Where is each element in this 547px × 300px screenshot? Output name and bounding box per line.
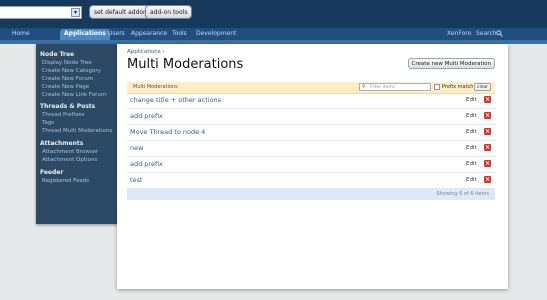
sidebar-heading-feeder[interactable]: Feeder <box>40 169 63 176</box>
list-header-label: Multi Moderations <box>133 84 178 90</box>
sidebar-heading-node-tree[interactable]: Node Tree <box>40 51 74 58</box>
list-item[interactable]: change title + other actions Edit × <box>127 93 495 109</box>
list-item-name[interactable]: test <box>130 176 142 184</box>
list-item[interactable]: new Edit × <box>127 141 495 157</box>
addon-select[interactable]: ▾ <box>0 6 82 19</box>
list-item[interactable]: test Edit × <box>127 173 495 189</box>
delete-icon[interactable]: × <box>484 160 491 167</box>
delete-icon[interactable]: × <box>484 96 491 103</box>
list-item-name[interactable]: new <box>130 144 143 152</box>
addon-tools-button[interactable]: add-on tools <box>145 5 193 19</box>
list-footer: Showing 6 of 6 items <box>127 188 495 200</box>
content-panel: Applications › Multi Moderations Create … <box>117 44 508 289</box>
sidebar-item-attachment-options[interactable]: Attachment Options <box>42 157 97 163</box>
edit-link[interactable]: Edit <box>466 161 477 167</box>
sidebar: Node Tree Display Node Tree Create New C… <box>36 44 119 224</box>
delete-icon[interactable]: × <box>484 128 491 135</box>
tab-development[interactable]: Development <box>196 30 236 37</box>
list-item-name[interactable]: add prefix <box>130 160 163 168</box>
search-icon[interactable] <box>496 30 503 37</box>
chevron-down-icon[interactable]: ▾ <box>71 8 80 17</box>
sidebar-heading-threads-posts[interactable]: Threads & Posts <box>40 103 95 110</box>
search-link[interactable]: Search <box>476 30 497 37</box>
item-count: Showing 6 of 6 items <box>436 191 489 197</box>
list-item[interactable]: Move Thread to node 4 Edit × <box>127 125 495 141</box>
admin-top-bar: ▾ set default addon add-on tools <box>0 0 547 28</box>
create-multi-moderation-button[interactable]: Create new Multi Moderation <box>407 58 495 69</box>
list-item[interactable]: add prefix Edit × <box>127 109 495 125</box>
edit-link[interactable]: Edit <box>466 145 477 151</box>
set-default-addon-button[interactable]: set default addon <box>89 5 152 19</box>
sidebar-item-thread-prefixes[interactable]: Thread Prefixes <box>42 112 85 118</box>
clear-filter-button[interactable]: clear <box>474 83 492 91</box>
edit-link[interactable]: Edit <box>466 129 477 135</box>
sidebar-item-create-category[interactable]: Create New Category <box>42 68 101 74</box>
sidebar-item-display-node-tree[interactable]: Display Node Tree <box>42 60 92 66</box>
sidebar-item-create-page[interactable]: Create New Page <box>42 84 89 90</box>
list-item-name[interactable]: change title + other actions <box>130 96 221 104</box>
filter-input[interactable]: ⚲ Filter items <box>359 83 431 91</box>
sidebar-item-create-forum[interactable]: Create New Forum <box>42 76 93 82</box>
xenforo-link[interactable]: XenForo <box>447 30 471 37</box>
tab-applications[interactable]: Applications <box>60 29 110 40</box>
edit-link[interactable]: Edit <box>466 113 477 119</box>
tab-home[interactable]: Home <box>12 30 30 37</box>
sidebar-item-registered-feeds[interactable]: Registered Feeds <box>42 178 89 184</box>
sidebar-item-create-link-forum[interactable]: Create New Link Forum <box>42 92 106 98</box>
sidebar-item-thread-multi-moderations[interactable]: Thread Multi Moderations <box>42 128 112 134</box>
list-item-name[interactable]: Move Thread to node 4 <box>130 128 205 136</box>
list-item[interactable]: add prefix Edit × <box>127 157 495 173</box>
delete-icon[interactable]: × <box>484 144 491 151</box>
edit-link[interactable]: Edit <box>466 97 477 103</box>
filter-search-icon: ⚲ <box>362 84 366 90</box>
sidebar-heading-attachments[interactable]: Attachments <box>40 140 83 147</box>
prefix-match-checkbox[interactable] <box>434 84 440 90</box>
sidebar-item-tags[interactable]: Tags <box>42 120 54 126</box>
tab-tools[interactable]: Tools <box>172 30 187 37</box>
breadcrumb[interactable]: Applications › <box>127 49 165 55</box>
delete-icon[interactable]: × <box>484 112 491 119</box>
filter-placeholder: Filter items <box>370 85 396 90</box>
tab-appearance[interactable]: Appearance <box>131 30 167 37</box>
edit-link[interactable]: Edit <box>466 177 477 183</box>
delete-icon[interactable]: × <box>484 176 491 183</box>
page-title: Multi Moderations <box>127 57 244 72</box>
list-item-name[interactable]: add prefix <box>130 112 163 120</box>
prefix-match-label: Prefix match <box>442 84 474 90</box>
main-nav: Home Applications Users Appearance Tools… <box>0 28 547 40</box>
sidebar-item-attachment-browser[interactable]: Attachment Browser <box>42 149 98 155</box>
tab-users[interactable]: Users <box>108 30 125 37</box>
